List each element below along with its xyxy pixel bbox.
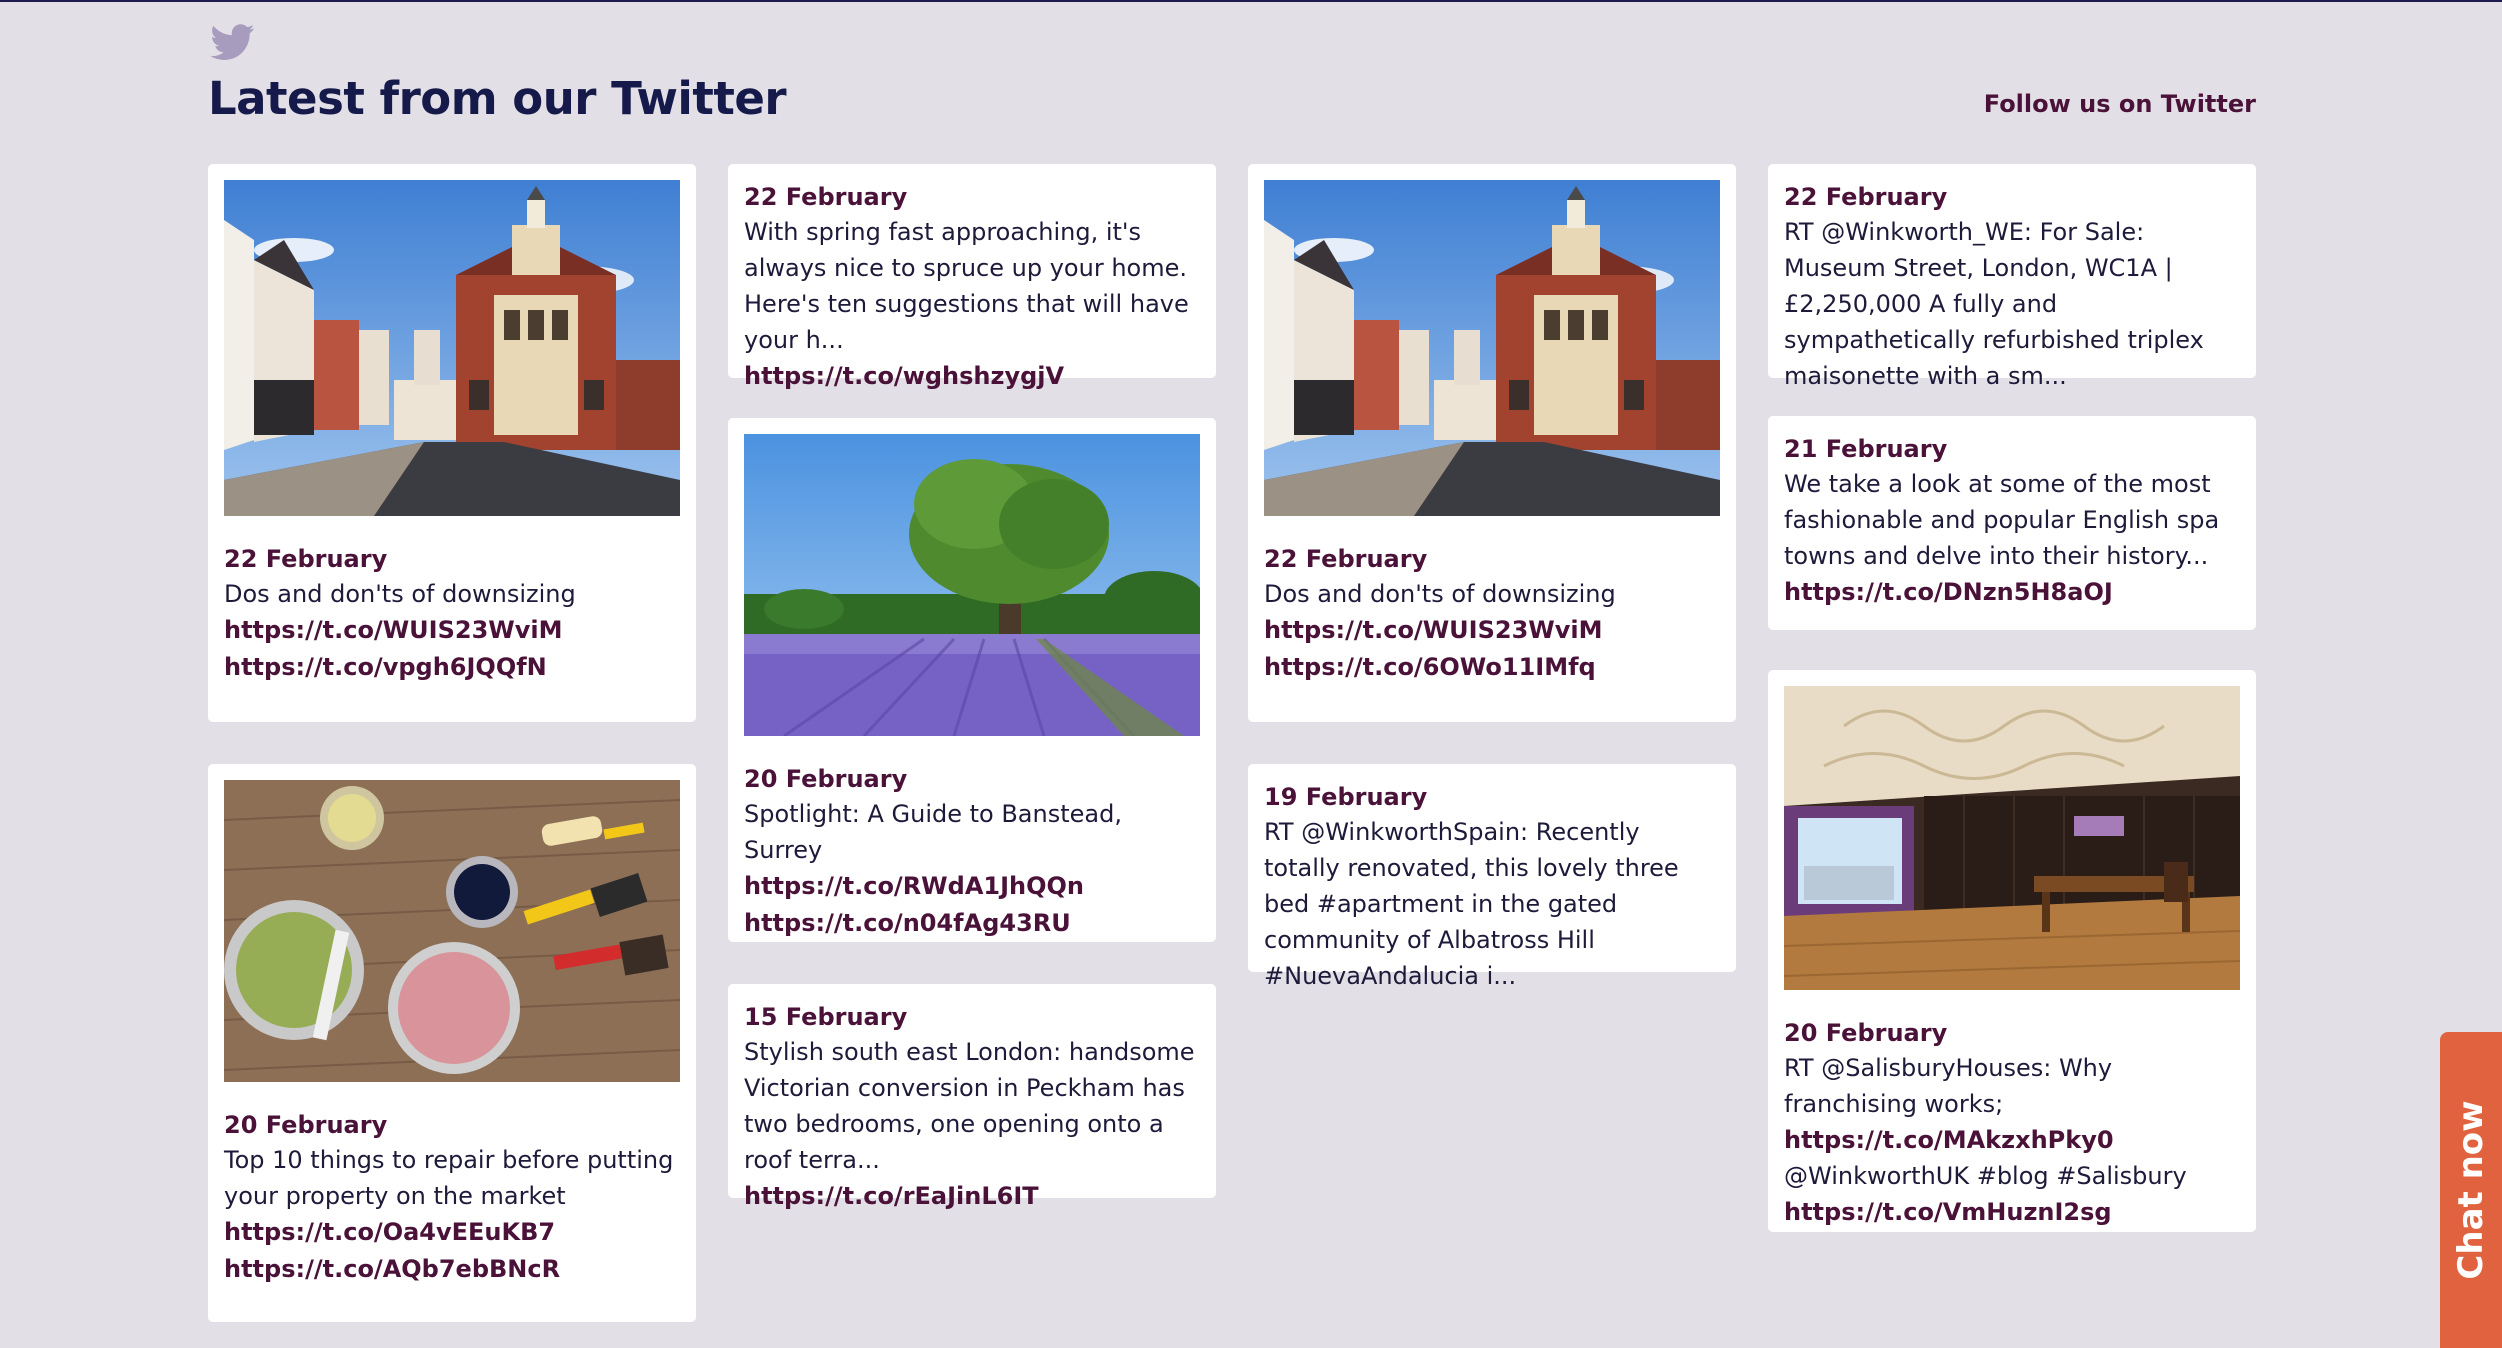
tweet-text: RT @Winkworth_WE: For Sale: Museum Stree… xyxy=(1784,218,2204,390)
tweet-text: Top 10 things to repair before putting y… xyxy=(224,1146,674,1210)
tweet-card[interactable]: 19 February RT @WinkworthSpain: Recently… xyxy=(1248,764,1736,990)
tweet-date: 22 February xyxy=(224,545,388,573)
tweet-link[interactable]: https://t.co/RWdA1JhQQn xyxy=(744,868,1200,905)
office-interior-image xyxy=(1784,686,2240,990)
tweet-date: 15 February xyxy=(744,1003,908,1031)
tweet-date: 19 February xyxy=(1264,783,1428,811)
tweet-text-before: RT @SalisburyHouses: Why franchising wor… xyxy=(1784,1054,2113,1118)
twitter-bird-icon xyxy=(210,24,255,60)
tweet-text: Stylish south east London: handsome Vict… xyxy=(744,1038,1195,1174)
tweet-card[interactable]: 21 February We take a look at some of th… xyxy=(1768,416,2256,630)
tweet-text: Spotlight: A Guide to Banstead, Surrey xyxy=(744,800,1122,864)
tweet-link[interactable]: https://t.co/6OWo11IMfq xyxy=(1264,649,1720,686)
chat-now-label: Chat now xyxy=(2451,1100,2491,1280)
paint-tins-image xyxy=(224,780,680,1082)
tweet-text: Dos and don'ts of downsizing xyxy=(1264,580,1616,608)
tweet-link[interactable]: https://t.co/vpgh6JQQfN xyxy=(224,649,680,686)
town-hall-street-image xyxy=(224,180,680,516)
tweet-date: 22 February xyxy=(1784,183,1948,211)
tweet-card[interactable]: 15 February Stylish south east London: h… xyxy=(728,984,1216,1210)
chat-now-button[interactable]: Chat now xyxy=(2440,1032,2502,1348)
tweet-date: 21 February xyxy=(1784,435,1948,463)
tweet-link[interactable]: https://t.co/n04fAg43RU xyxy=(744,905,1200,942)
tweet-link[interactable]: https://t.co/wghshzygjV xyxy=(744,358,1200,395)
tweet-text: RT @WinkworthSpain: Recently totally ren… xyxy=(1264,818,1679,990)
lavender-field-tree-image xyxy=(744,434,1200,736)
tweet-text: With spring fast approaching, it's alway… xyxy=(744,218,1189,354)
tweet-card[interactable]: 20 February Spotlight: A Guide to Banste… xyxy=(728,418,1216,942)
tweet-date: 22 February xyxy=(744,183,908,211)
tweet-card[interactable]: 22 February RT @Winkworth_WE: For Sale: … xyxy=(1768,164,2256,390)
tweet-card[interactable]: 22 February Dos and don'ts of downsizing… xyxy=(208,164,696,722)
tweet-card[interactable]: 22 February With spring fast approaching… xyxy=(728,164,1216,390)
tweet-text: RT @SalisburyHouses: Why franchising wor… xyxy=(1784,1050,2240,1194)
tweet-card[interactable]: 20 February RT @SalisburyHouses: Why fra… xyxy=(1768,670,2256,1232)
tweet-inline-link[interactable]: https://t.co/MAkzxhPky0 xyxy=(1784,1126,2114,1154)
tweet-date: 20 February xyxy=(224,1111,388,1139)
tweet-date: 20 February xyxy=(744,765,908,793)
tweet-link[interactable]: https://t.co/DNzn5H8aOJ xyxy=(1784,574,2240,611)
tweet-text: Dos and don'ts of downsizing xyxy=(224,580,576,608)
tweet-date: 22 February xyxy=(1264,545,1428,573)
tweet-card[interactable]: 20 February Top 10 things to repair befo… xyxy=(208,764,696,1322)
top-border xyxy=(0,0,2502,2)
follow-us-link[interactable]: Follow us on Twitter xyxy=(1880,90,2256,118)
tweet-link[interactable]: https://t.co/AQb7ebBNcR xyxy=(224,1251,680,1288)
tweet-link[interactable]: https://t.co/rEaJinL6IT xyxy=(744,1178,1200,1215)
tweet-text: We take a look at some of the most fashi… xyxy=(1784,470,2220,570)
tweet-link[interactable]: https://t.co/Oa4vEEuKB7 xyxy=(224,1214,680,1251)
tweet-link[interactable]: https://t.co/WUIS23WviM xyxy=(224,612,680,649)
tweet-text-after: @WinkworthUK #blog #Salisbury xyxy=(1784,1162,2187,1190)
town-hall-street-image xyxy=(1264,180,1720,516)
tweet-link[interactable]: https://t.co/VmHuznI2sg xyxy=(1784,1194,2240,1231)
tweet-date: 20 February xyxy=(1784,1019,1948,1047)
tweet-card[interactable]: 22 February Dos and don'ts of downsizing… xyxy=(1248,164,1736,722)
section-title: Latest from our Twitter xyxy=(208,72,787,125)
tweet-link[interactable]: https://t.co/WUIS23WviM xyxy=(1264,612,1720,649)
